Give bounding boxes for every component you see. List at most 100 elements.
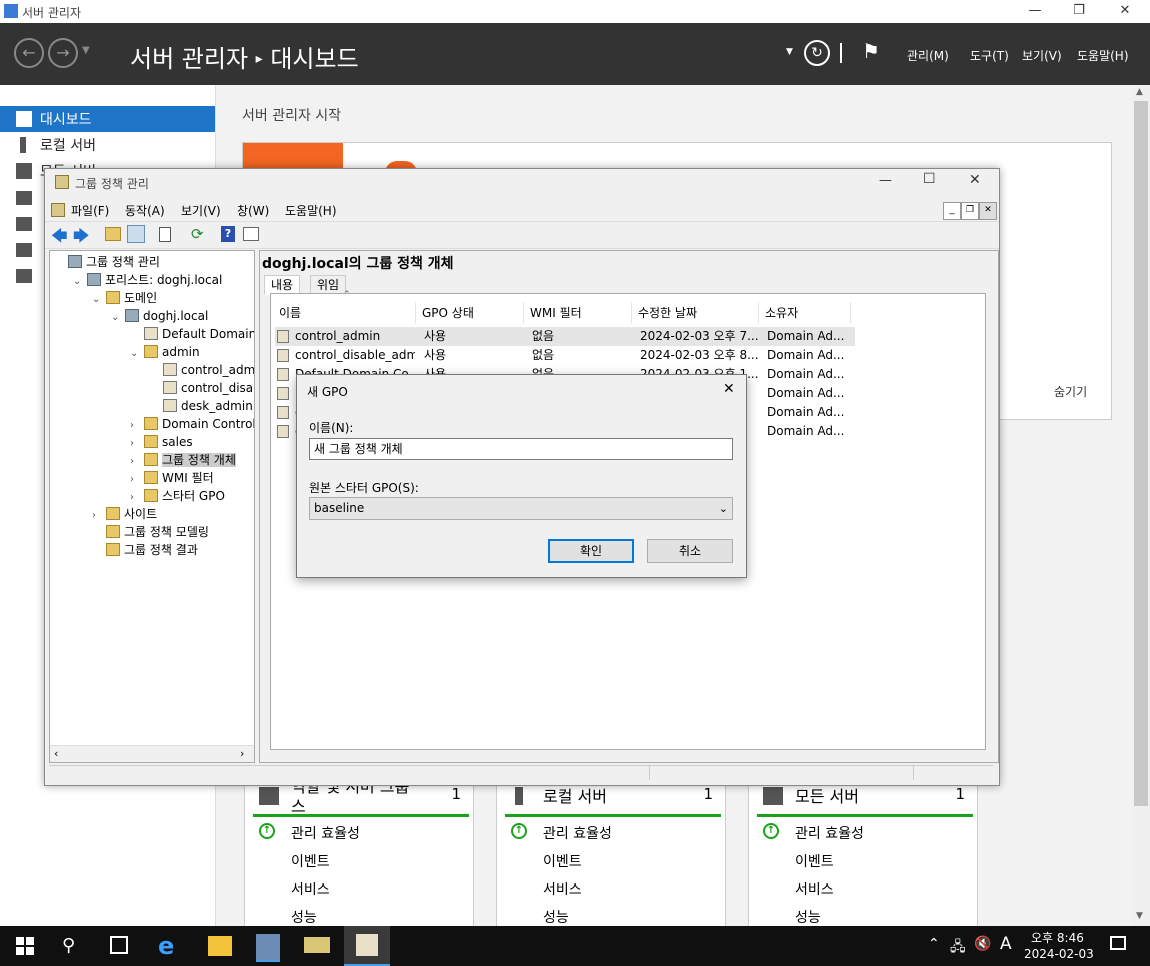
history-dropdown-icon[interactable]: ▼ bbox=[82, 45, 90, 56]
tile-row-manageability[interactable]: 관리 효율성 bbox=[291, 823, 360, 843]
up-folder-icon[interactable] bbox=[105, 227, 121, 241]
volume-muted-icon[interactable]: 🔇 bbox=[974, 936, 991, 952]
expanded-chevron-icon[interactable]: ⌄ bbox=[130, 345, 144, 363]
tree-hscrollbar[interactable]: ‹ › bbox=[50, 745, 254, 762]
scroll-up-icon[interactable]: ▲ bbox=[1136, 87, 1143, 97]
restore-button[interactable]: ❐ bbox=[1056, 0, 1102, 23]
cancel-button[interactable]: 취소 bbox=[647, 539, 733, 563]
refresh-dropdown-icon[interactable]: ▼ bbox=[786, 47, 793, 57]
scroll-down-icon[interactable]: ▼ bbox=[1136, 911, 1143, 921]
expanded-chevron-icon[interactable]: ⌄ bbox=[73, 273, 87, 291]
tile-row-performance[interactable]: 성능 bbox=[543, 907, 569, 927]
help-icon[interactable]: ? bbox=[221, 226, 235, 242]
breadcrumb-root[interactable]: 서버 관리자 bbox=[130, 45, 248, 73]
tree-node[interactable]: › 사이트 bbox=[92, 505, 157, 523]
network-icon[interactable]: 🖧 bbox=[950, 936, 966, 960]
refresh-icon[interactable]: ⟳ bbox=[191, 225, 204, 243]
table-row[interactable]: control_disable_admin 사용 없음 2024-02-03 오후 8… bbox=[275, 346, 855, 365]
show-action-pane-icon[interactable] bbox=[243, 227, 259, 241]
column-header-modified[interactable]: 수정한 날짜 bbox=[632, 302, 759, 324]
tree-node[interactable]: ⌄ admin bbox=[130, 343, 200, 361]
menu-view[interactable]: 보기(V) bbox=[1022, 47, 1062, 64]
dialog-close-button[interactable]: ✕ bbox=[723, 381, 735, 397]
minimize-button[interactable]: — bbox=[1012, 0, 1058, 23]
ok-button[interactable]: 확인 bbox=[548, 539, 634, 563]
tab-contents[interactable]: 내용 bbox=[264, 275, 301, 295]
tile-row-manageability[interactable]: 관리 효율성 bbox=[795, 823, 864, 843]
tree-node[interactable]: ⌄ doghj.local bbox=[111, 307, 208, 325]
menu-file[interactable]: 파일(F) bbox=[71, 202, 109, 219]
tab-delegation[interactable]: 위임 bbox=[310, 275, 347, 295]
show-tree-icon[interactable] bbox=[127, 225, 145, 243]
tree-node[interactable]: ›Domain Controllers bbox=[130, 415, 254, 433]
tile-row-services[interactable]: 서비스 bbox=[291, 879, 330, 899]
tile-local-server[interactable]: 로컬 서버 1 ↑ 관리 효율성 이벤트 서비스 성능 bbox=[496, 778, 726, 930]
gpmc-minimize-button[interactable]: — bbox=[879, 173, 892, 188]
table-row[interactable]: control_admin 사용 없음 2024-02-03 오후 7... Domai… bbox=[275, 327, 855, 346]
sidebar-item-local-server[interactable]: 로컬 서버 bbox=[0, 132, 215, 158]
column-header-name[interactable]: 이름 bbox=[273, 302, 416, 324]
menu-help[interactable]: 도움말(H) bbox=[285, 202, 337, 219]
forward-button[interactable]: → bbox=[48, 38, 78, 68]
tile-row-events[interactable]: 이벤트 bbox=[543, 851, 582, 871]
task-view-icon[interactable] bbox=[110, 936, 128, 954]
ad-users-taskbar-icon[interactable] bbox=[304, 937, 330, 953]
close-button[interactable]: ✕ bbox=[1102, 0, 1148, 23]
search-icon[interactable]: ⚲ bbox=[62, 935, 75, 956]
tile-row-services[interactable]: 서비스 bbox=[795, 879, 834, 899]
mdi-close-button[interactable]: ✕ bbox=[979, 202, 997, 220]
tile-row-performance[interactable]: 성능 bbox=[795, 907, 821, 927]
scroll-left-icon[interactable]: ‹ bbox=[54, 747, 58, 760]
server-manager-taskbar-icon[interactable] bbox=[256, 934, 280, 962]
tree-node[interactable]: › 스타터 GPO bbox=[130, 487, 225, 505]
tree-node[interactable]: Default Domain Po bbox=[130, 325, 254, 343]
refresh-icon[interactable]: ↻ bbox=[804, 40, 830, 66]
menu-action[interactable]: 동작(A) bbox=[125, 202, 165, 219]
forward-arrow-icon[interactable]: 🡆 bbox=[73, 225, 90, 252]
hide-link[interactable]: 숨기기 bbox=[1054, 383, 1087, 400]
menu-help[interactable]: 도움말(H) bbox=[1077, 47, 1129, 64]
expanded-chevron-icon[interactable]: ⌄ bbox=[111, 309, 125, 327]
tree-node[interactable]: control_disable_ bbox=[149, 379, 254, 397]
expanded-chevron-icon[interactable]: ⌄ bbox=[92, 291, 106, 309]
menu-view[interactable]: 보기(V) bbox=[181, 202, 221, 219]
tile-row-events[interactable]: 이벤트 bbox=[291, 851, 330, 871]
tree-node[interactable]: 그룹 정책 결과 bbox=[92, 541, 198, 559]
scrollbar-thumb[interactable] bbox=[1134, 101, 1148, 806]
ime-indicator[interactable]: A bbox=[1000, 934, 1012, 954]
clock-time[interactable]: 오후 8:46 bbox=[1031, 929, 1084, 946]
column-header-owner[interactable]: 소유자 bbox=[759, 302, 851, 324]
tile-all-servers[interactable]: 모든 서버 1 ↑ 관리 효율성 이벤트 서비스 성능 bbox=[748, 778, 978, 930]
column-header-wmi-filter[interactable]: WMI 필터 bbox=[524, 302, 632, 324]
show-hidden-icons-icon[interactable]: ⌃ bbox=[928, 936, 940, 952]
menu-window[interactable]: 창(W) bbox=[237, 202, 269, 219]
notification-center-icon[interactable] bbox=[1110, 936, 1126, 950]
notifications-flag-icon[interactable]: ⚑ bbox=[862, 39, 880, 63]
menu-manage[interactable]: 관리(M) bbox=[907, 47, 949, 64]
tile-row-performance[interactable]: 성능 bbox=[291, 907, 317, 927]
tree-node[interactable]: desk_admin bbox=[149, 397, 253, 415]
clock-date[interactable]: 2024-02-03 bbox=[1024, 947, 1094, 961]
tile-roles-groups[interactable]: 역할 및 서버 그룹 스 1 ↑ 관리 효율성 이벤트 서비스 성능 bbox=[244, 777, 474, 930]
menu-tools[interactable]: 도구(T) bbox=[970, 47, 1009, 64]
tree-node[interactable]: ⌄ 도메인 bbox=[92, 289, 157, 307]
tree-node[interactable]: 그룹 정책 관리 bbox=[54, 253, 160, 271]
tree-node[interactable]: › sales bbox=[130, 433, 193, 451]
gpmc-taskbar-icon[interactable] bbox=[344, 926, 390, 966]
internet-explorer-icon[interactable]: e bbox=[158, 932, 186, 960]
mdi-restore-button[interactable]: ❐ bbox=[961, 202, 979, 220]
tree-node[interactable]: ⌄ 포리스트: doghj.local bbox=[73, 271, 222, 289]
vertical-scrollbar[interactable]: ▲ ▼ bbox=[1132, 85, 1150, 926]
back-arrow-icon[interactable]: 🡄 bbox=[51, 225, 68, 252]
mdi-minimize-button[interactable]: _ bbox=[943, 202, 961, 220]
properties-icon[interactable] bbox=[159, 227, 171, 242]
start-windows-icon[interactable] bbox=[16, 937, 34, 955]
file-explorer-icon[interactable] bbox=[208, 936, 232, 956]
scroll-right-icon[interactable]: › bbox=[240, 747, 244, 760]
column-header-gpo-status[interactable]: GPO 상태 bbox=[416, 302, 524, 324]
gpmc-close-button[interactable]: ✕ bbox=[969, 172, 981, 188]
tree-node[interactable]: 그룹 정책 모델링 bbox=[92, 523, 209, 541]
tile-row-manageability[interactable]: 관리 효율성 bbox=[543, 823, 612, 843]
sidebar-item-dashboard[interactable]: 대시보드 bbox=[0, 106, 215, 132]
tile-row-events[interactable]: 이벤트 bbox=[795, 851, 834, 871]
